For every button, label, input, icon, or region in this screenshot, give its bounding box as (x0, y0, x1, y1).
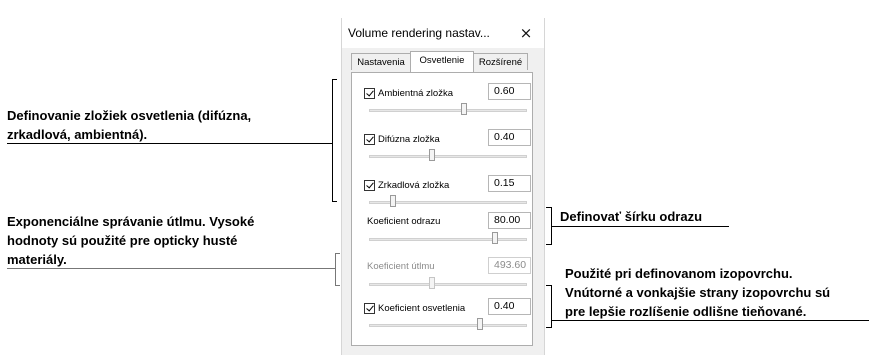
specular-component-slider-thumb[interactable] (389, 195, 396, 207)
bracket-attenuation-top (335, 253, 340, 254)
bracket-reflection-top (546, 207, 552, 208)
tab-rozsirene[interactable]: Rozšírené (473, 53, 528, 70)
leader-line-lighting (7, 143, 333, 144)
dialog-titlebar[interactable]: Volume rendering nastav... × (342, 18, 544, 48)
reflection-coefficient-slider-thumb[interactable] (492, 232, 499, 244)
specular-component-checkbox[interactable]: Zrkadlová zložka (364, 178, 449, 192)
checkbox-checked-icon (364, 87, 375, 99)
annotation-reflection-line1: Definovať šírku odrazu (560, 209, 703, 224)
annotation-lighting-line2: zrkadlová, ambientná). (7, 127, 148, 142)
bracket-attenuation-bottom (335, 285, 340, 286)
checkbox-checked-icon (364, 133, 375, 145)
bracket-attenuation-vertical (335, 253, 336, 286)
annotation-isosurface: Použité pri definovanom izopovrchu. Vnút… (565, 264, 830, 321)
checkbox-checked-icon (364, 179, 375, 191)
lighting-coefficient-label: Koeficient osvetlenia (378, 302, 466, 314)
bracket-reflection-bottom (546, 244, 552, 245)
reflection-coefficient-slider-track[interactable] (369, 238, 527, 241)
annotation-reflection-width: Definovať šírku odrazu (560, 207, 702, 226)
diffuse-component-slider-track[interactable] (369, 155, 527, 158)
tab-osvetlenie[interactable]: Osvetlenie (410, 51, 474, 72)
dialog-title: Volume rendering nastav... (348, 26, 490, 40)
volume-rendering-dialog: Volume rendering nastav... × Nastavenia … (341, 18, 545, 355)
annotation-attenuation: Exponenciálne správanie útlmu. Vysoké ho… (7, 212, 254, 269)
ambient-component-value[interactable]: 0.60 (488, 83, 531, 100)
tab-strip: Nastavenia Osvetlenie Rozšírené (342, 51, 544, 73)
attenuation-coefficient-slider-track (369, 283, 527, 286)
diffuse-component-slider-thumb[interactable] (429, 149, 436, 161)
leader-line-reflection (551, 226, 729, 227)
ambient-component-slider-track[interactable] (369, 109, 527, 112)
ambient-component-checkbox[interactable]: Ambientná zložka (364, 86, 453, 100)
ambient-component-slider-thumb[interactable] (460, 103, 467, 115)
bracket-reflection-vertical (551, 207, 552, 245)
ambient-component-row: Ambientná zložka 0.60 (352, 83, 534, 134)
bracket-isosurface-top (546, 285, 552, 286)
diffuse-component-row: Difúzna zložka 0.40 (352, 129, 534, 180)
diffuse-component-checkbox[interactable]: Difúzna zložka (364, 132, 440, 146)
lighting-coefficient-value[interactable]: 0.40 (488, 298, 531, 315)
reflection-coefficient-value[interactable]: 80.00 (488, 212, 531, 229)
bracket-lighting-bottom (332, 201, 337, 202)
lighting-coefficient-checkbox[interactable]: Koeficient osvetlenia (364, 301, 465, 315)
tab-nastavenia[interactable]: Nastavenia (351, 53, 411, 70)
bracket-isosurface-vertical (551, 285, 552, 328)
reflection-coefficient-row: Koeficient odrazu 80.00 (352, 212, 534, 263)
bracket-lighting-vertical (332, 79, 333, 202)
annotation-attenuation-line1: Exponenciálne správanie útlmu. Vysoké (7, 214, 255, 229)
diffuse-component-label: Difúzna zložka (378, 133, 440, 145)
reflection-coefficient-label: Koeficient odrazu (367, 216, 441, 227)
attenuation-coefficient-slider-thumb (429, 277, 436, 289)
lighting-coefficient-row: Koeficient osvetlenia 0.40 (352, 298, 534, 349)
bracket-isosurface-bottom (546, 327, 552, 328)
lighting-coefficient-slider-track[interactable] (369, 324, 527, 327)
lighting-coefficient-slider-thumb[interactable] (476, 318, 483, 330)
specular-component-value[interactable]: 0.15 (488, 175, 531, 192)
attenuation-coefficient-label: Koeficient útlmu (367, 261, 435, 272)
annotation-isosurface-line3: pre lepšie rozlíšenie odlišne tieňované. (565, 304, 807, 319)
annotation-attenuation-line3: materiály. (7, 252, 67, 267)
ambient-component-label: Ambientná zložka (378, 87, 453, 99)
lighting-tab-panel: Ambientná zložka 0.60 Difúzna zložka 0.4… (351, 72, 533, 346)
leader-line-isosurface (551, 320, 869, 321)
close-icon[interactable]: × (508, 18, 544, 48)
bracket-lighting-top (332, 79, 337, 80)
specular-component-label: Zrkadlová zložka (378, 179, 450, 191)
annotation-attenuation-line2: hodnoty sú použité pre opticky husté (7, 233, 238, 248)
annotation-isosurface-line1: Použité pri definovanom izopovrchu. (565, 266, 793, 281)
annotation-lighting-line1: Definovanie zložiek osvetlenia (difúzna, (7, 108, 252, 123)
diffuse-component-value[interactable]: 0.40 (488, 129, 531, 146)
annotation-isosurface-line2: Vnútorné a vonkajšie strany izopovrchu s… (565, 285, 831, 300)
leader-line-attenuation (7, 268, 336, 269)
annotation-lighting-components: Definovanie zložiek osvetlenia (difúzna,… (7, 106, 251, 144)
checkbox-checked-icon (364, 302, 375, 314)
attenuation-coefficient-value: 493.60 (488, 257, 531, 274)
